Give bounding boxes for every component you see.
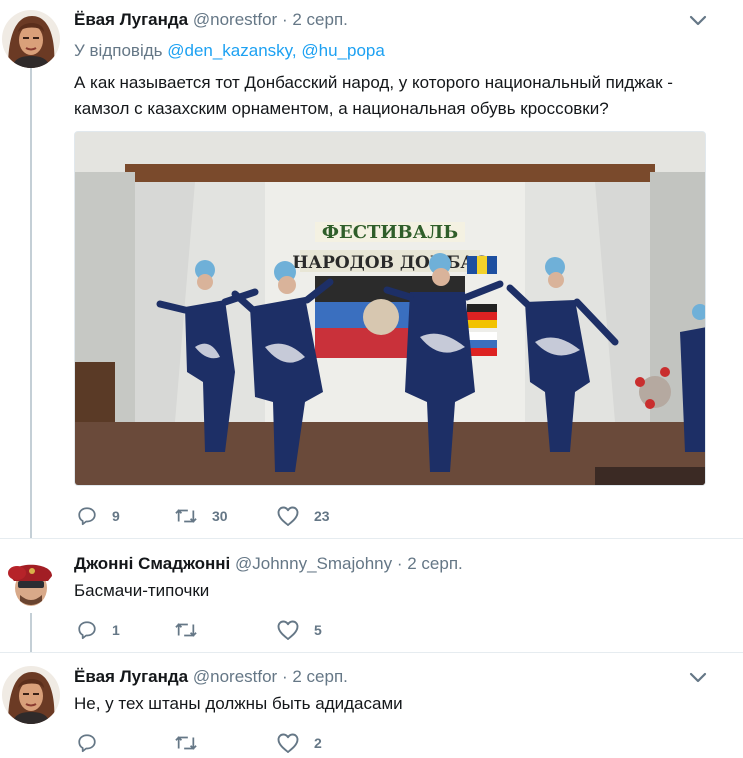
display-name[interactable]: Ёвая Луганда (74, 667, 188, 686)
chevron-down-icon[interactable] (686, 8, 710, 32)
like-button[interactable]: 2 (276, 731, 322, 755)
reply-count: 9 (112, 508, 120, 524)
tweet-header: Ёвая Луганда @norestfor · 2 серп. (74, 667, 348, 687)
banner-text: НАРОДОВ ДОНБАС (292, 253, 488, 273)
user-handle[interactable]: @Johnny_Smajohny (235, 554, 392, 573)
like-button[interactable]: 23 (276, 504, 330, 528)
tweet-3[interactable]: Ёвая Луганда @norestfor · 2 серп. Не, у … (0, 652, 743, 758)
retweet-button[interactable] (174, 618, 212, 642)
like-count: 5 (314, 622, 322, 638)
tweet-text: Не, у тех штаны должны быть адидасами (74, 694, 403, 713)
like-icon (276, 732, 300, 754)
mention-link[interactable]: @den_kazansky (167, 41, 292, 60)
photo-illustration: ФЕСТИВАЛЬ НАРОДОВ ДОНБАС (75, 132, 705, 485)
avatar[interactable] (2, 10, 60, 68)
retweet-icon (174, 619, 198, 641)
tweet-date[interactable]: · 2 серп. (282, 10, 348, 29)
display-name[interactable]: Ёвая Луганда (74, 10, 188, 29)
retweet-icon (174, 505, 198, 527)
reply-to-line: У відповідь @den_kazansky, @hu_popa (74, 41, 385, 60)
like-count: 23 (314, 508, 330, 524)
user-handle[interactable]: @norestfor (193, 667, 277, 686)
display-name[interactable]: Джонні Смаджонні (74, 554, 230, 573)
tweet-text-line: А как называется тот Донбасский народ, у… (74, 73, 673, 92)
chevron-down-icon[interactable] (686, 665, 710, 689)
tweet-header: Джонні Смаджонні @Johnny_Smajohny · 2 се… (74, 554, 463, 574)
retweet-button[interactable] (174, 731, 212, 755)
like-button[interactable]: 5 (276, 618, 322, 642)
retweet-count: 30 (212, 508, 228, 524)
user-handle[interactable]: @norestfor (193, 10, 277, 29)
like-icon (276, 619, 300, 641)
tweet-date[interactable]: · 2 серп. (282, 667, 348, 686)
reply-icon (76, 732, 98, 754)
banner-text: ФЕСТИВАЛЬ (322, 222, 458, 243)
tweet-photo[interactable]: ФЕСТИВАЛЬ НАРОДОВ ДОНБАС (74, 131, 706, 486)
retweet-button[interactable]: 30 (174, 504, 228, 528)
thread-line (30, 66, 32, 538)
tweet-2[interactable]: Джонні Смаджонні @Johnny_Smajohny · 2 се… (0, 538, 743, 652)
reply-count: 1 (112, 622, 120, 638)
avatar[interactable] (2, 666, 60, 724)
tweet-text: Басмачи-типочки (74, 581, 210, 600)
tweet-date[interactable]: · 2 серп. (397, 554, 463, 573)
reply-button[interactable] (76, 731, 112, 755)
retweet-icon (174, 732, 198, 754)
tweet-1[interactable]: Ёвая Луганда @norestfor · 2 серп. У відп… (0, 0, 743, 538)
like-icon (276, 505, 300, 527)
reply-icon (76, 619, 98, 641)
tweet-text: А как называется тот Донбасский народ, у… (74, 70, 714, 122)
reply-icon (76, 505, 98, 527)
tweet-header: Ёвая Луганда @norestfor · 2 серп. (74, 10, 348, 30)
reply-button[interactable]: 1 (76, 618, 120, 642)
reply-to-label: У відповідь (74, 41, 163, 60)
mention-link[interactable]: @hu_popa (301, 41, 384, 60)
like-count: 2 (314, 735, 322, 751)
avatar[interactable] (2, 551, 60, 609)
thread-line (30, 613, 32, 652)
tweet-text-line: камзол с казахским орнаментом, а национа… (74, 99, 609, 118)
reply-button[interactable]: 9 (76, 504, 120, 528)
